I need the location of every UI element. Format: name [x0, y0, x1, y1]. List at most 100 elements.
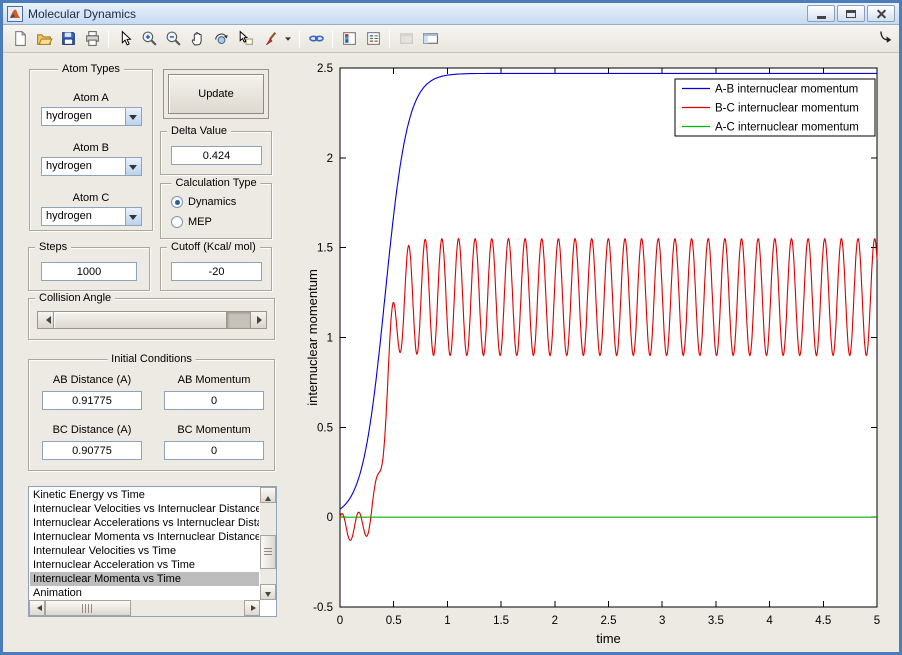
radio-mep[interactable]: MEP: [171, 216, 212, 228]
legend-entry-label: B-C internuclear momentum: [715, 103, 859, 115]
bc-distance-label: BC Distance (A): [37, 424, 147, 436]
chevron-down-icon[interactable]: [125, 108, 141, 125]
bc-momentum-label: BC Momentum: [159, 424, 269, 436]
ab-distance-field[interactable]: [42, 391, 142, 410]
bc-distance-field[interactable]: [42, 441, 142, 460]
collision-angle-slider[interactable]: [37, 311, 267, 329]
list-item[interactable]: Internuclear Velocities vs Internuclear …: [30, 502, 259, 516]
calculation-type-group-label: Calculation Type: [171, 177, 260, 189]
delta-value-field[interactable]: [171, 146, 262, 165]
hide-plot-tools-icon: [395, 28, 417, 50]
window-title: Molecular Dynamics: [28, 7, 136, 21]
atom-b-selected-value: hydrogen: [42, 158, 125, 175]
toolbar-separator: [299, 30, 300, 48]
cutoff-field[interactable]: [171, 262, 262, 281]
brush-data-icon[interactable]: [258, 28, 280, 50]
radio-dynamics-label: Dynamics: [188, 196, 236, 208]
radio-dynamics[interactable]: Dynamics: [171, 196, 236, 208]
list-item[interactable]: Internuclear Acceleration vs Time: [30, 558, 259, 572]
atom-b-select[interactable]: hydrogen: [41, 157, 142, 176]
x-tick-label: 0: [337, 615, 343, 627]
atom-types-group-label: Atom Types: [58, 63, 124, 75]
print-icon[interactable]: [81, 28, 103, 50]
y-tick-label: -0.5: [313, 602, 333, 614]
close-icon: [876, 8, 887, 19]
x-tick-label: 1: [444, 615, 450, 627]
data-cursor-icon[interactable]: [234, 28, 256, 50]
slider-thumb[interactable]: [54, 312, 227, 328]
ab-momentum-field[interactable]: [164, 391, 264, 410]
initial-conditions-group: Initial Conditions AB Distance (A) AB Mo…: [28, 359, 275, 471]
vertical-scroll-thumb[interactable]: [260, 535, 276, 569]
ab-distance-label: AB Distance (A): [37, 374, 147, 386]
list-item[interactable]: Kinetic Energy vs Time: [30, 488, 259, 502]
open-file-icon[interactable]: [33, 28, 55, 50]
x-tick-label: 4: [766, 615, 773, 627]
slider-left-arrow[interactable]: [38, 312, 54, 328]
x-tick-label: 2.5: [601, 615, 617, 627]
x-tick-label: 5: [874, 615, 880, 627]
edit-plot-arrow-icon[interactable]: [114, 28, 136, 50]
minimize-button[interactable]: [807, 5, 835, 22]
radio-circle[interactable]: [171, 196, 183, 208]
bc-momentum-field[interactable]: [164, 441, 264, 460]
x-tick-label: 3: [659, 615, 665, 627]
horizontal-scroll-thumb[interactable]: [45, 600, 131, 616]
window-controls: [807, 5, 895, 22]
y-tick-label: 1.5: [317, 243, 333, 255]
y-tick-label: 2.5: [317, 63, 333, 75]
atom-c-select[interactable]: hydrogen: [41, 207, 142, 226]
rotate-3d-icon[interactable]: [210, 28, 232, 50]
link-plot-icon[interactable]: [305, 28, 327, 50]
atom-a-select[interactable]: hydrogen: [41, 107, 142, 126]
app-window: Molecular Dynamics Atom Types Atom A hyd…: [0, 0, 902, 655]
steps-field[interactable]: [41, 262, 137, 281]
radio-circle[interactable]: [171, 216, 183, 228]
listbox-vertical-scrollbar[interactable]: [260, 487, 276, 600]
radio-selected-dot: [175, 200, 180, 205]
atom-a-selected-value: hydrogen: [42, 108, 125, 125]
title-bar[interactable]: Molecular Dynamics: [3, 3, 899, 25]
brush-dropdown-chevron-icon[interactable]: [282, 28, 294, 50]
close-button[interactable]: [867, 5, 895, 22]
dock-figure-icon[interactable]: [879, 30, 894, 45]
list-item[interactable]: Internulear Velocities vs Time: [30, 544, 259, 558]
scroll-up-arrow-icon[interactable]: [260, 487, 276, 503]
chevron-down-icon[interactable]: [125, 158, 141, 175]
maximize-button[interactable]: [837, 5, 865, 22]
x-tick-label: 2: [552, 615, 558, 627]
minimize-icon: [817, 16, 826, 19]
y-tick-label: 2: [327, 153, 333, 165]
axes-box: [340, 68, 877, 607]
toolbar-separator: [332, 30, 333, 48]
atom-c-label: Atom C: [30, 192, 152, 204]
insert-legend-icon[interactable]: [362, 28, 384, 50]
scroll-left-arrow-icon[interactable]: [29, 600, 45, 616]
list-item[interactable]: Animation: [30, 586, 259, 599]
toolbar-separator: [108, 30, 109, 48]
slider-track[interactable]: [227, 312, 250, 328]
slider-right-arrow[interactable]: [250, 312, 266, 328]
chevron-down-icon[interactable]: [125, 208, 141, 225]
atom-b-label: Atom B: [30, 142, 152, 154]
plot-area[interactable]: 00.511.522.533.544.55-0.500.511.522.5tim…: [303, 53, 899, 652]
list-item[interactable]: Internuclear Momenta vs Time: [30, 572, 259, 586]
pan-hand-icon[interactable]: [186, 28, 208, 50]
zoom-out-icon[interactable]: [162, 28, 184, 50]
list-item[interactable]: Internuclear Momenta vs Internuclear Dis…: [30, 530, 259, 544]
show-plot-tools-icon[interactable]: [419, 28, 441, 50]
zoom-in-icon[interactable]: [138, 28, 160, 50]
horizontal-scroll-track[interactable]: [131, 600, 244, 616]
x-tick-label: 0.5: [386, 615, 402, 627]
x-tick-label: 4.5: [815, 615, 831, 627]
list-item[interactable]: Internuclear Accelerations vs Internucle…: [30, 516, 259, 530]
update-button[interactable]: Update: [168, 74, 264, 114]
new-figure-icon[interactable]: [9, 28, 31, 50]
insert-colorbar-icon[interactable]: [338, 28, 360, 50]
listbox-horizontal-scrollbar[interactable]: [29, 600, 260, 616]
scroll-down-arrow-icon[interactable]: [260, 584, 276, 600]
plot-type-listbox[interactable]: Kinetic Energy vs TimeInternuclear Veloc…: [28, 486, 277, 617]
save-icon[interactable]: [57, 28, 79, 50]
calculation-type-group: Calculation Type Dynamics MEP: [160, 183, 272, 239]
scroll-right-arrow-icon[interactable]: [244, 600, 260, 616]
